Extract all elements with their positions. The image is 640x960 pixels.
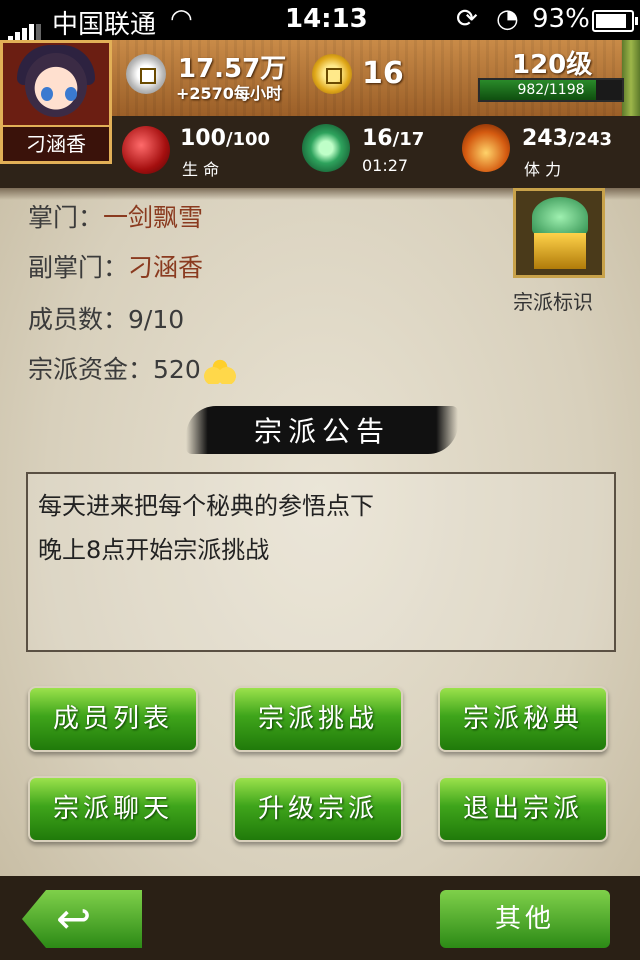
sect-leader-row: 掌门：一剑飘雪: [28, 198, 203, 234]
avatar-eye: [41, 87, 53, 101]
avatar-eye: [65, 87, 77, 101]
member-list-button[interactable]: 成员列表: [28, 686, 198, 752]
stamina-flame-icon: [462, 124, 510, 172]
leave-sect-button[interactable]: 退出宗派: [438, 776, 608, 842]
funds-label: 宗派资金：: [28, 355, 154, 384]
exp-bar: 982/1198: [478, 78, 624, 102]
back-arrow-icon: ↩: [56, 894, 92, 943]
silver-rate: +2570每小时: [176, 84, 282, 103]
sect-emblem-button[interactable]: [513, 188, 605, 278]
status-bar: 中国联通 ◠ 14:13 ⟳ ◔ 93%: [0, 0, 640, 42]
battery-icon: [592, 10, 638, 32]
avatar-face: [25, 53, 87, 117]
sect-members-row: 成员数：9/10: [28, 300, 184, 336]
funds-amount: 520: [153, 355, 201, 384]
bamboo-decoration: [622, 40, 640, 116]
hp-label: 生 命: [182, 160, 220, 179]
leader-label: 掌门：: [28, 203, 104, 232]
emblem-pedestal: [534, 233, 586, 269]
jade-dragon-icon: [532, 197, 588, 237]
alarm-icon: ◔: [496, 4, 519, 34]
leader-name[interactable]: 一剑飘雪: [103, 203, 203, 232]
sect-manual-button[interactable]: 宗派秘典: [438, 686, 608, 752]
clock: 14:13: [285, 4, 368, 34]
battery-percent: 93%: [532, 4, 590, 34]
sect-vice-row: 副掌门：刁涵香: [28, 248, 203, 284]
meditation-icon: [302, 124, 350, 172]
carrier-label: 中国联通: [52, 10, 157, 40]
energy-timer: 01:27: [362, 156, 409, 175]
sect-emblem-label: 宗派标识: [513, 290, 593, 314]
sect-challenge-button[interactable]: 宗派挑战: [233, 686, 403, 752]
gold-pile-icon: [202, 358, 237, 384]
hp-value: 100/100: [180, 126, 271, 151]
player-name: 刁涵香: [3, 125, 109, 161]
other-button[interactable]: 其他: [440, 890, 610, 948]
wifi-icon: ◠: [170, 4, 193, 34]
exp-text: 982/1198: [517, 82, 585, 98]
sect-funds-row: 宗派资金：520: [28, 350, 237, 386]
notice-box: 每天进来把每个秘典的参悟点下 晚上8点开始宗派挑战: [26, 472, 616, 652]
health-gourd-icon: [122, 126, 170, 174]
notice-title: 宗派公告: [253, 415, 390, 448]
rotation-lock-icon: ⟳: [456, 4, 478, 34]
vice-label: 副掌门：: [28, 253, 129, 282]
sect-chat-button[interactable]: 宗派聊天: [28, 776, 198, 842]
members-count: 9/10: [128, 305, 185, 334]
signal-icon: [8, 12, 43, 42]
silver-coin-icon: [126, 54, 166, 94]
vice-name[interactable]: 刁涵香: [128, 253, 203, 282]
notice-line: 每天进来把每个秘典的参悟点下: [38, 492, 374, 520]
stamina-value: 243/243: [522, 126, 613, 151]
player-avatar[interactable]: 刁涵香: [0, 40, 112, 164]
upgrade-sect-button[interactable]: 升级宗派: [233, 776, 403, 842]
gold-amount: 16: [362, 56, 404, 91]
members-label: 成员数：: [28, 305, 129, 334]
gold-coin-icon: [312, 54, 352, 94]
energy-value: 16/17: [362, 126, 425, 151]
notice-line: 晚上8点开始宗派挑战: [38, 536, 270, 564]
player-level: 120级: [512, 50, 593, 80]
stamina-label: 体 力: [524, 160, 562, 179]
